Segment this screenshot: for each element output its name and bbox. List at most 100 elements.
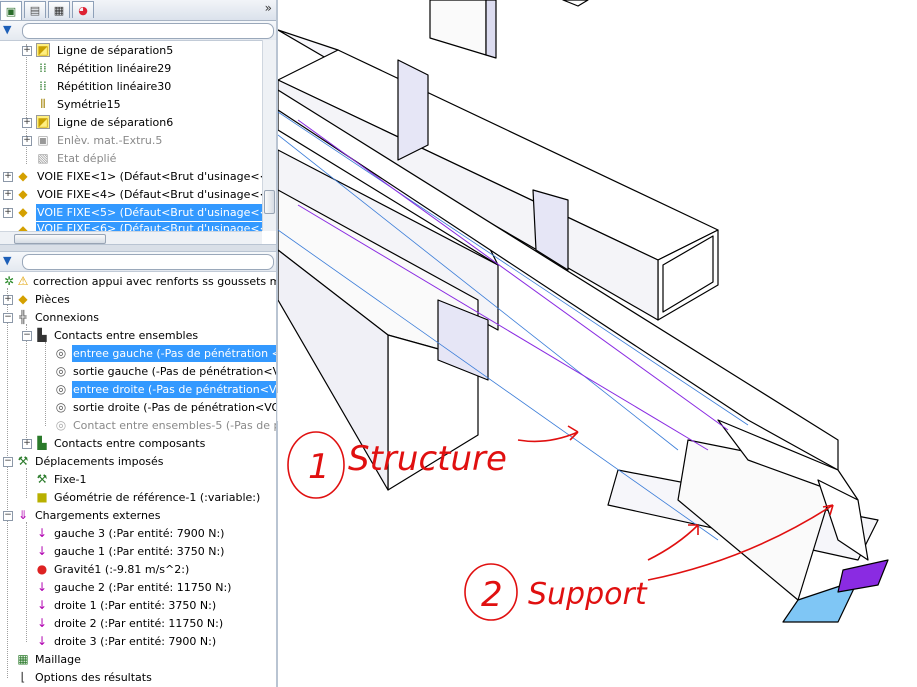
filter-input[interactable] xyxy=(22,23,274,39)
force-icon: ↓ xyxy=(36,598,48,612)
tree-item-mirror-15[interactable]: ⫴ Symétrie15 xyxy=(0,96,262,113)
expand-icon[interactable]: + xyxy=(22,46,32,56)
tree-item-label: Ligne de séparation5 xyxy=(57,44,174,57)
filter-bar-top: ▼ xyxy=(0,21,276,41)
annotation-arrow-support-1 xyxy=(647,524,699,561)
filter-input[interactable] xyxy=(22,254,274,270)
horizontal-scrollbar[interactable] xyxy=(0,231,262,245)
feature-manager-tab[interactable]: ▣ xyxy=(0,1,22,20)
tree-item-label: droite 1 (:Par entité: 3750 N:) xyxy=(54,599,217,612)
tree-item-label: gauche 3 (:Par entité: 7900 N:) xyxy=(54,527,225,540)
tree-item-label: Contact entre ensembles-5 (-Pas de pé xyxy=(73,419,278,432)
annotation-number-1: 1 xyxy=(308,447,330,487)
configuration-manager-tab[interactable]: ▦ xyxy=(48,1,70,18)
manager-tabs: ▣ ▤ ▦ ◕ » xyxy=(0,0,276,21)
tree-item-split-line-5[interactable]: + ◩ Ligne de séparation5 xyxy=(0,42,262,59)
tree-item-voie-fixe-4[interactable]: + ◆ VOIE FIXE<4> (Défaut<Brut d'usinage<… xyxy=(0,186,269,203)
feature-manager-panel: ▣ ▤ ▦ ◕ » ▼ + ◩ Ligne de séparation5 ⁞⁞ … xyxy=(0,0,278,687)
component-contact-icon: ▙ xyxy=(37,328,47,342)
cut-extrude-icon: ▣ xyxy=(37,133,49,147)
connection-icon: ╬ xyxy=(19,310,27,324)
tree-item-flat-pattern[interactable]: ▧ Etat déplié xyxy=(0,150,262,167)
annotation-text-support: Support xyxy=(528,577,648,612)
tree-item-label: Enlèv. mat.-Extru.5 xyxy=(57,134,163,147)
result-options-icon: ⌊ xyxy=(20,670,26,684)
vertical-scrollbar[interactable] xyxy=(262,40,276,231)
cad-model-view[interactable]: 1 Structure 2 Support xyxy=(278,0,917,687)
contact-set-icon: ◎ xyxy=(55,400,67,414)
expand-icon[interactable]: + xyxy=(3,190,13,200)
tree-item-label: entree droite (-Pas de pénétration<VO xyxy=(72,381,276,398)
study-title[interactable]: ✲ ⚠ correction appui avec renforts ss go… xyxy=(0,273,276,290)
tree-item-label: sortie droite (-Pas de pénétration<VOI xyxy=(73,401,278,414)
tree-item-cut-extrude-5[interactable]: + ▣ Enlèv. mat.-Extru.5 xyxy=(0,132,262,149)
contact-set-icon: ◎ xyxy=(55,418,67,432)
contact-set-icon: ◎ xyxy=(55,346,67,360)
collapse-icon[interactable]: − xyxy=(3,511,13,521)
study-icon: ✲ xyxy=(3,274,15,288)
tree-item-label: Répétition linéaire30 xyxy=(57,80,172,93)
study-title-label: correction appui avec renforts ss gousse… xyxy=(33,275,278,288)
tree-item-label: gauche 1 (:Par entité: 3750 N:) xyxy=(54,545,225,558)
tree-item-label: VOIE FIXE<1> (Défaut<Brut d'usinage<< xyxy=(37,170,269,183)
fixture-icon: ⚒ xyxy=(17,454,29,468)
linear-pattern-icon: ⁞⁞ xyxy=(39,61,47,75)
tree-item-label: entree gauche (-Pas de pénétration <VO xyxy=(72,345,276,362)
flat-pattern-icon: ▧ xyxy=(37,151,49,165)
scroll-thumb[interactable] xyxy=(14,234,106,244)
force-icon: ↓ xyxy=(36,580,48,594)
expand-icon[interactable]: + xyxy=(3,208,13,218)
tree-item-label: Pièces xyxy=(35,293,70,306)
tree-item-label: Contacts entre ensembles xyxy=(54,329,199,342)
property-manager-tab[interactable]: ▤ xyxy=(24,1,46,18)
contact-set-icon: ◎ xyxy=(55,364,67,378)
warning-icon: ⚠ xyxy=(17,274,29,288)
expand-icon[interactable]: + xyxy=(3,295,13,305)
tree-item-label: VOIE FIXE<5> (Défaut<Brut d'usinage<< xyxy=(36,204,270,221)
split-line-icon: ◩ xyxy=(36,115,50,129)
force-icon: ↓ xyxy=(36,616,48,630)
expand-icon[interactable]: + xyxy=(3,172,13,182)
force-icon: ↓ xyxy=(36,544,48,558)
force-icon: ↓ xyxy=(36,526,48,540)
tree-line xyxy=(26,468,27,498)
tree-item-label: Maillage xyxy=(35,653,81,666)
tree-item-label: VOIE FIXE<6> (Défaut<Brut d'usinage<< xyxy=(36,222,262,231)
filter-icon[interactable]: ▼ xyxy=(3,254,11,267)
feature-tree-icon: ▣ xyxy=(5,4,17,18)
tree-line xyxy=(26,522,27,642)
graphics-area[interactable]: 1 Structure 2 Support xyxy=(278,0,917,687)
tree-item-label: gauche 2 (:Par entité: 11750 N:) xyxy=(54,581,232,594)
tree-item-split-line-6[interactable]: + ◩ Ligne de séparation6 xyxy=(0,114,262,131)
tree-item-voie-fixe-1[interactable]: + ◆ VOIE FIXE<1> (Défaut<Brut d'usinage<… xyxy=(0,168,269,185)
tree-item-label: Gravité1 (:-9.81 m/s^2:) xyxy=(54,563,190,576)
panel-splitter[interactable] xyxy=(0,244,276,252)
collapse-icon[interactable]: − xyxy=(3,313,13,323)
collapse-icon[interactable]: − xyxy=(3,457,13,467)
tree-line xyxy=(7,288,8,678)
tree-item-voie-fixe-5[interactable]: + ◆ VOIE FIXE<5> (Défaut<Brut d'usinage<… xyxy=(0,204,270,221)
annotation-text-structure: Structure xyxy=(348,439,507,479)
tree-item-linear-pattern-29[interactable]: ⁞⁞ Répétition linéaire29 xyxy=(0,60,262,77)
configuration-icon: ▦ xyxy=(53,3,65,17)
chevron-right-icon[interactable]: » xyxy=(265,1,272,15)
tree-item-label: VOIE FIXE<4> (Défaut<Brut d'usinage<< xyxy=(37,188,269,201)
parts-icon: ◆ xyxy=(18,292,28,306)
tree-item-label: Chargements externes xyxy=(35,509,161,522)
tree-item-voie-fixe-6[interactable]: ◆ VOIE FIXE<6> (Défaut<Brut d'usinage<< xyxy=(0,222,262,231)
mirror-icon: ⫴ xyxy=(40,97,46,111)
fixed-geometry-icon: ⚒ xyxy=(36,472,48,486)
part-icon: ◆ xyxy=(18,205,28,219)
collapse-icon[interactable]: − xyxy=(22,331,32,341)
tree-item-label: droite 3 (:Par entité: 7900 N:) xyxy=(54,635,217,648)
display-icon: ◕ xyxy=(78,3,88,17)
display-manager-tab[interactable]: ◕ xyxy=(72,1,94,18)
filter-icon[interactable]: ▼ xyxy=(3,23,11,36)
expand-icon[interactable]: + xyxy=(22,439,32,449)
split-line-icon: ◩ xyxy=(36,43,50,57)
scroll-thumb[interactable] xyxy=(264,190,275,214)
expand-icon[interactable]: + xyxy=(22,136,32,146)
tree-item-linear-pattern-30[interactable]: ⁞⁞ Répétition linéaire30 xyxy=(0,78,262,95)
external-loads-icon: ⇓ xyxy=(17,508,29,522)
expand-icon[interactable]: + xyxy=(22,118,32,128)
